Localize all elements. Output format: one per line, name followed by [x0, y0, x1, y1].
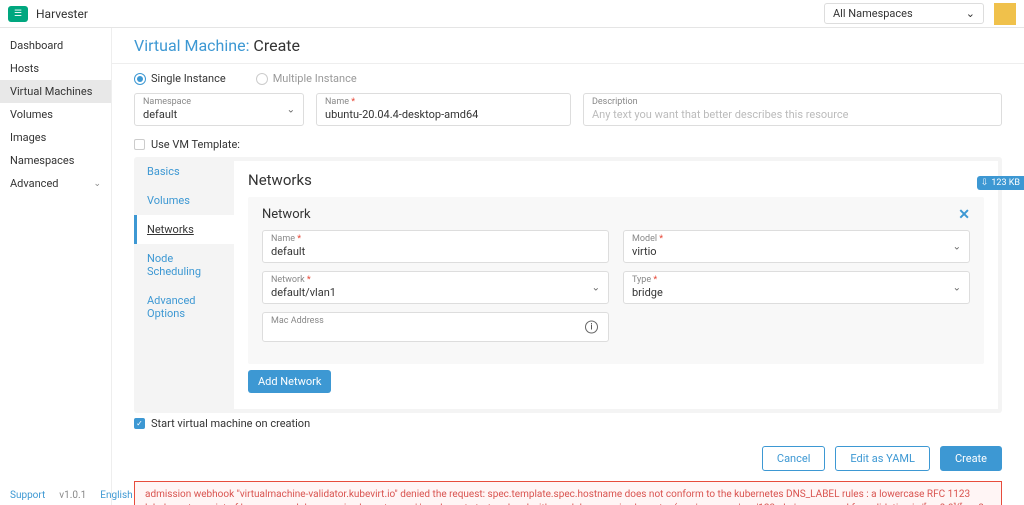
sidebar-item-virtual-machines[interactable]: Virtual Machines — [0, 80, 111, 103]
network-network-field[interactable]: Network * default/vlan1 ⌄ — [262, 271, 609, 304]
radio-multiple-instance[interactable]: Multiple Instance — [256, 72, 357, 85]
field-value: default — [271, 245, 600, 258]
logo: ☰ — [8, 6, 28, 22]
radio-label: Single Instance — [151, 72, 226, 85]
chevron-down-icon: ⌄ — [953, 282, 961, 293]
use-vm-template-checkbox[interactable]: Use VM Template: — [134, 134, 1002, 157]
field-label: Network * — [271, 275, 600, 285]
sidebar-item-volumes[interactable]: Volumes — [0, 103, 111, 126]
field-label: Type * — [632, 275, 961, 285]
sidebar-item-label: Hosts — [10, 62, 39, 75]
language-link[interactable]: English — [100, 490, 132, 501]
sidebar-item-label: Volumes — [10, 108, 53, 121]
field-value: default/vlan1 — [271, 286, 600, 299]
sidebar-item-label: Advanced — [10, 177, 58, 190]
sidebar-item-label: Dashboard — [10, 39, 63, 52]
info-icon[interactable]: i — [585, 321, 598, 334]
error-message: admission webhook "virtualmachine-valida… — [134, 481, 1002, 505]
vtab-label: Volumes — [147, 194, 190, 207]
vtab-node-scheduling[interactable]: Node Scheduling — [134, 244, 234, 286]
breadcrumb-current: Create — [253, 36, 300, 55]
vtab-label: Node Scheduling — [147, 252, 201, 278]
field-label: Mac Address — [271, 316, 600, 326]
checkbox-icon — [134, 139, 145, 150]
description-field[interactable]: Description Any text you want that bette… — [583, 93, 1002, 126]
namespace-selector-value: All Namespaces — [833, 7, 913, 20]
networks-heading: Networks — [248, 171, 984, 189]
network-type-field[interactable]: Type * bridge ⌄ — [623, 271, 970, 304]
sidebar-item-label: Images — [10, 131, 46, 144]
field-value: virtio — [632, 245, 961, 258]
network-section-title: Network — [262, 207, 970, 222]
field-value: ubuntu-20.04.4-desktop-amd64 — [325, 108, 562, 121]
checkbox-icon: ✓ — [134, 418, 145, 429]
network-name-field[interactable]: Name * default — [262, 230, 609, 263]
checkbox-label: Use VM Template: — [151, 138, 240, 151]
name-field[interactable]: Name * ubuntu-20.04.4-desktop-amd64 — [316, 93, 571, 126]
sidebar-item-hosts[interactable]: Hosts — [0, 57, 111, 80]
chevron-down-icon: ⌄ — [966, 7, 975, 20]
field-label: Description — [592, 97, 993, 107]
vtab-volumes[interactable]: Volumes — [134, 186, 234, 215]
product-name: Harvester — [36, 7, 88, 21]
avatar[interactable] — [994, 3, 1016, 25]
sidebar-item-images[interactable]: Images — [0, 126, 111, 149]
sidebar-item-dashboard[interactable]: Dashboard — [0, 34, 111, 57]
sidebar-item-advanced[interactable]: Advanced ⌄ — [0, 172, 111, 195]
breadcrumb-link[interactable]: Virtual Machine: — [134, 36, 249, 55]
field-label: Name * — [271, 234, 600, 244]
network-model-field[interactable]: Model * virtio ⌄ — [623, 230, 970, 263]
field-label: Model * — [632, 234, 961, 244]
field-value: bridge — [632, 286, 961, 299]
download-icon: ⇩ — [981, 178, 989, 188]
field-label: Name * — [325, 97, 562, 107]
sidebar-item-label: Namespaces — [10, 154, 74, 167]
field-value: default — [143, 108, 295, 121]
support-link[interactable]: Support — [10, 490, 45, 501]
vtab-advanced-options[interactable]: Advanced Options — [134, 286, 234, 328]
close-icon[interactable]: ✕ — [958, 207, 970, 223]
radio-dot-icon — [134, 73, 146, 85]
sidebar-item-namespaces[interactable]: Namespaces — [0, 149, 111, 172]
add-network-button[interactable]: Add Network — [248, 370, 331, 393]
create-button[interactable]: Create — [940, 446, 1002, 471]
chevron-down-icon: ⌄ — [287, 104, 295, 115]
sidebar-item-label: Virtual Machines — [10, 85, 92, 98]
vtab-basics[interactable]: Basics — [134, 157, 234, 186]
sidebar: Dashboard Hosts Virtual Machines Volumes… — [0, 28, 112, 505]
edit-as-yaml-button[interactable]: Edit as YAML — [835, 446, 930, 471]
download-badge[interactable]: ⇩ 123 KB — [977, 176, 1024, 190]
cancel-button[interactable]: Cancel — [762, 446, 825, 471]
chevron-down-icon: ⌄ — [592, 282, 600, 293]
chevron-down-icon: ⌄ — [953, 241, 961, 252]
page-title: Virtual Machine: Create — [134, 36, 1002, 55]
start-on-creation-checkbox[interactable]: ✓ Start virtual machine on creation — [134, 413, 1002, 436]
vtab-label: Networks — [147, 223, 194, 236]
radio-single-instance[interactable]: Single Instance — [134, 72, 226, 85]
vtab-networks[interactable]: Networks — [134, 215, 234, 244]
radio-label: Multiple Instance — [273, 72, 357, 85]
namespace-selector[interactable]: All Namespaces ⌄ — [824, 3, 984, 24]
version-text: v1.0.1 — [59, 490, 86, 501]
chevron-down-icon: ⌄ — [93, 179, 101, 189]
vtab-label: Basics — [147, 165, 180, 178]
vtab-label: Advanced Options — [147, 294, 195, 320]
badge-text: 123 KB — [991, 178, 1020, 188]
namespace-field[interactable]: Namespace default ⌄ — [134, 93, 304, 126]
field-placeholder: Any text you want that better describes … — [592, 108, 993, 121]
field-label: Namespace — [143, 97, 295, 107]
network-mac-field[interactable]: Mac Address i — [262, 312, 609, 342]
checkbox-label: Start virtual machine on creation — [151, 417, 310, 430]
radio-dot-icon — [256, 73, 268, 85]
